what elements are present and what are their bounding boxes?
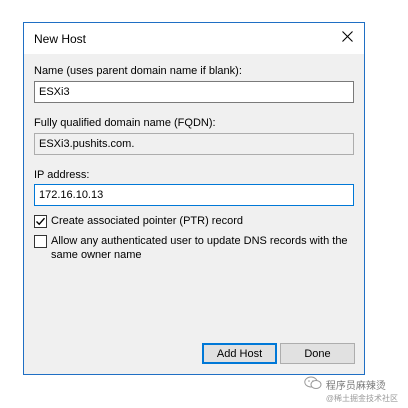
new-host-dialog: New Host Name (uses parent domain name i… [23,22,365,375]
title-bar: New Host [24,23,364,54]
dialog-body: Name (uses parent domain name if blank):… [24,54,364,374]
allow-update-label: Allow any authenticated user to update D… [51,235,348,261]
done-button[interactable]: Done [280,343,355,364]
add-host-button[interactable]: Add Host [202,343,277,364]
checkmark-icon [36,217,46,226]
allow-update-option[interactable]: Allow any authenticated user to update D… [34,234,351,262]
fqdn-field: ESXi3.pushits.com. [34,133,354,155]
dialog-title: New Host [34,32,87,46]
ptr-record-label: Create associated pointer (PTR) record [51,215,243,227]
ptr-record-option[interactable]: Create associated pointer (PTR) record [34,214,351,228]
watermark: 程序员麻辣烫 @稀土掘金技术社区 [304,376,398,404]
close-button[interactable] [330,23,364,53]
allow-update-checkbox[interactable] [34,235,47,248]
watermark-line1: 程序员麻辣烫 [325,381,386,392]
close-icon [341,31,353,45]
name-label: Name (uses parent domain name if blank): [34,65,242,77]
name-input[interactable]: ESXi3 [34,81,354,103]
ip-address-input[interactable]: 172.16.10.13 [34,184,354,206]
fqdn-label: Fully qualified domain name (FQDN): [34,117,216,129]
watermark-line2: @稀土掘金技术社区 [325,394,398,403]
ptr-record-checkbox[interactable] [34,215,47,228]
wechat-icon [304,376,322,393]
ip-address-label: IP address: [34,169,90,181]
